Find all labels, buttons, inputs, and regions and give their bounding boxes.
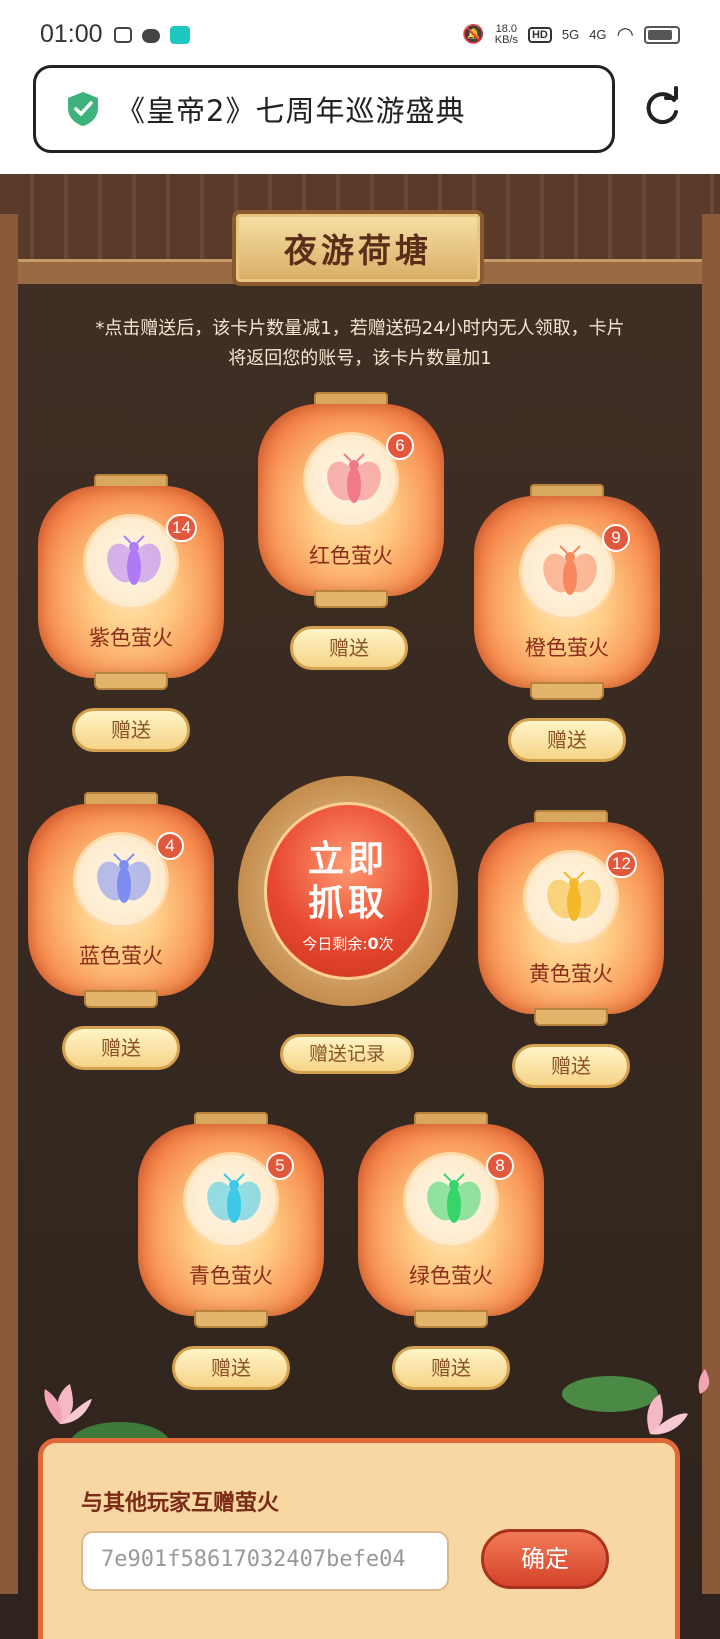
firefly-frame (523, 850, 619, 946)
gift-notice: *点击赠送后，该卡片数量减1，若赠送码24小时内无人领取，卡片将返回您的账号，该… (95, 318, 625, 369)
firefly-icon (547, 871, 601, 921)
lantern-base (314, 590, 388, 608)
count-badge: 8 (486, 1152, 514, 1180)
gift-button[interactable]: 赠送 (392, 1346, 510, 1390)
count-badge: 6 (386, 432, 414, 460)
gift-record-button[interactable]: 赠送记录 (280, 1034, 414, 1074)
catch-title: 立即 抓取 (267, 837, 429, 925)
gift-button[interactable]: 赠送 (172, 1346, 290, 1390)
lantern-label: 青色萤火 (189, 1264, 273, 1288)
gift-button[interactable]: 赠送 (290, 626, 408, 670)
signal-4g-icon: 4G (589, 27, 607, 42)
browser-header: 《皇帝2》七周年巡游盛典 (0, 62, 720, 174)
speed-unit: KB/s (494, 33, 518, 46)
lantern-card: 4 蓝色萤火 (28, 792, 214, 1012)
firefly-frame (73, 832, 169, 928)
lantern-card: 14 紫色萤火 (38, 474, 224, 694)
firefly-icon (427, 1173, 481, 1223)
lantern-card: 8 绿色萤火 (358, 1112, 544, 1332)
exchange-title: 与其他玩家互赠萤火 (81, 1491, 280, 1516)
lantern-base (530, 682, 604, 700)
firefly-frame (183, 1152, 279, 1248)
firefly-icon (327, 453, 381, 503)
firefly-frame (83, 514, 179, 610)
signal-5g-icon: 5G (561, 27, 580, 42)
wechat-icon (142, 29, 160, 43)
game-title-plaque: 夜游荷塘 (232, 210, 484, 286)
lantern-card: 9 橙色萤火 (474, 484, 660, 704)
firefly-frame (403, 1152, 499, 1248)
gift-code-input[interactable]: 7e901f58617032407befe04 (81, 1531, 449, 1591)
lantern-base (194, 1310, 268, 1328)
gift-button[interactable]: 赠送 (512, 1044, 630, 1088)
lantern-card: 6 红色萤火 (258, 392, 444, 612)
remain-suffix: 次 (378, 935, 394, 953)
remain-prefix: 今日剩余: (302, 935, 368, 953)
status-bar: 01:00 🔕 18.0 KB/s HD 5G 4G ◠ (0, 0, 720, 62)
count-badge: 14 (166, 514, 197, 542)
count-badge: 4 (156, 832, 184, 860)
lantern-label: 紫色萤火 (89, 626, 173, 650)
reload-icon[interactable] (640, 86, 684, 130)
catch-button[interactable]: 立即 抓取 今日剩余:0次 (238, 766, 458, 1014)
lantern-card: 12 黄色萤火 (478, 810, 664, 1030)
firefly-frame (519, 524, 615, 620)
catch-title-line1: 立即 (307, 838, 388, 880)
lantern-card: 5 青色萤火 (138, 1112, 324, 1332)
address-bar[interactable]: 《皇帝2》七周年巡游盛典 (33, 65, 615, 153)
hd-badge: HD (527, 26, 552, 43)
battery-icon (644, 25, 680, 44)
count-badge: 12 (606, 850, 637, 878)
page-title: 《皇帝2》七周年巡游盛典 (116, 94, 466, 128)
gift-button[interactable]: 赠送 (508, 718, 626, 762)
game-area: 夜游荷塘 *点击赠送后，该卡片数量减1，若赠送码24小时内无人领取，卡片将返回您… (0, 174, 720, 1639)
lantern-base (84, 990, 158, 1008)
firefly-frame (303, 432, 399, 528)
lantern-label: 黄色萤火 (529, 962, 613, 986)
firefly-icon (107, 535, 161, 585)
speed-value: 18.0 (495, 22, 518, 35)
secure-shield-icon (68, 92, 98, 126)
wifi-icon: ◠ (616, 24, 634, 46)
lantern-base (94, 672, 168, 690)
exchange-panel: 与其他玩家互赠萤火 7e901f58617032407befe04 确定 (38, 1438, 680, 1639)
firefly-icon (97, 853, 151, 903)
remain-count: 0 (367, 934, 379, 953)
catch-title-line2: 抓取 (307, 882, 388, 924)
lantern-label: 蓝色萤火 (79, 944, 163, 968)
lantern-base (414, 1310, 488, 1328)
firefly-icon (207, 1173, 261, 1223)
lantern-base (534, 1008, 608, 1026)
mute-icon: 🔕 (462, 24, 485, 44)
lantern-label: 红色萤火 (309, 544, 393, 568)
tv-icon (114, 27, 132, 43)
confirm-button[interactable]: 确定 (481, 1529, 609, 1589)
network-speed: 18.0 KB/s (494, 22, 518, 46)
gift-button[interactable]: 赠送 (62, 1026, 180, 1070)
count-badge: 5 (266, 1152, 294, 1180)
lantern-label: 绿色萤火 (409, 1264, 493, 1288)
game-title: 夜游荷塘 (284, 231, 432, 270)
firefly-icon (543, 545, 597, 595)
gift-button[interactable]: 赠送 (72, 708, 190, 752)
count-badge: 9 (602, 524, 630, 552)
clock: 01:00 (40, 20, 103, 48)
catch-button-core[interactable]: 立即 抓取 今日剩余:0次 (264, 802, 432, 980)
lantern-label: 橙色萤火 (525, 636, 609, 660)
top-app-icon (170, 26, 190, 44)
remaining-attempts: 今日剩余:0次 (267, 933, 429, 954)
